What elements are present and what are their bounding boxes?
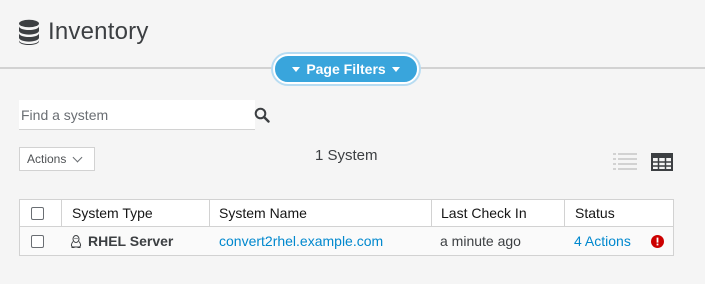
systems-table: System Type System Name Last Check In St…: [19, 199, 674, 256]
status-actions-link[interactable]: 4 Actions: [574, 227, 631, 255]
row-select-cell: [31, 227, 44, 255]
column-divider: [209, 200, 210, 227]
column-header-last-check-in[interactable]: Last Check In: [441, 200, 527, 226]
system-name-link[interactable]: convert2rhel.example.com: [219, 227, 383, 255]
table-view-icon[interactable]: [651, 152, 673, 172]
status-alert-cell: [651, 227, 664, 255]
actions-dropdown-label: Actions: [27, 152, 67, 166]
search-container: [19, 100, 273, 130]
system-type-text: RHEL Server: [88, 233, 174, 249]
page-filters-button[interactable]: Page Filters: [273, 54, 419, 84]
search-icon[interactable]: [254, 107, 270, 123]
table-row[interactable]: RHEL Server convert2rhel.example.com a m…: [20, 227, 673, 255]
title-group: Inventory: [18, 18, 149, 46]
row-checkbox[interactable]: [31, 234, 44, 248]
list-view-icon[interactable]: [613, 152, 637, 172]
column-header-status[interactable]: Status: [575, 200, 615, 226]
column-divider: [61, 200, 62, 227]
page-title: Inventory: [48, 18, 149, 45]
column-divider: [431, 200, 432, 227]
database-icon: [19, 19, 39, 45]
page-filters-label: Page Filters: [306, 61, 386, 77]
system-type-cell: RHEL Server: [70, 227, 173, 255]
inventory-page: Inventory Page Filters Actions 1 System: [0, 0, 705, 284]
linux-icon: [70, 234, 82, 248]
critical-alert-icon: [651, 234, 664, 248]
column-divider: [564, 200, 565, 227]
column-header-system-type[interactable]: System Type: [72, 200, 153, 226]
caret-down-icon: [292, 66, 301, 72]
select-all-checkbox[interactable]: [31, 206, 44, 220]
chevron-down-icon: [72, 152, 83, 163]
system-count: 1 System: [315, 147, 378, 164]
table-header-row: System Type System Name Last Check In St…: [20, 200, 673, 227]
last-check-in-text: a minute ago: [440, 233, 521, 249]
select-all-cell: [31, 200, 44, 226]
column-header-system-name[interactable]: System Name: [219, 200, 307, 226]
caret-down-icon: [391, 66, 400, 72]
search-input[interactable]: [19, 100, 255, 130]
actions-dropdown[interactable]: Actions: [19, 147, 95, 171]
